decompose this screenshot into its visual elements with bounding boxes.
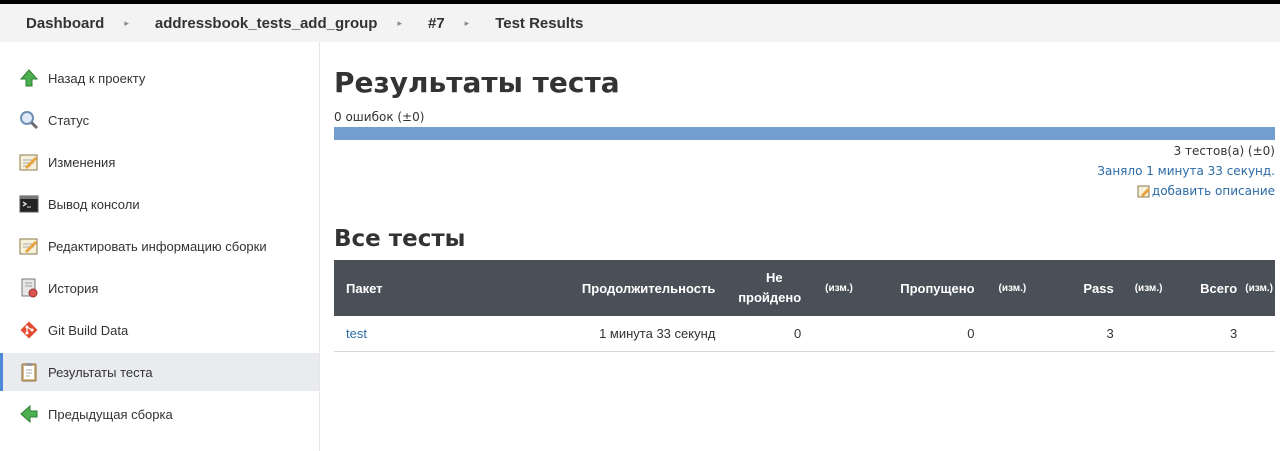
add-description-label: добавить описание (1151, 184, 1275, 198)
header-skipped[interactable]: Пропущено (871, 260, 981, 316)
sidebar-item-edit-build-info[interactable]: Редактировать информацию сборки (0, 227, 319, 265)
breadcrumb-test-results[interactable]: Test Results (495, 15, 583, 32)
header-failed-diff[interactable]: (изм.) (807, 260, 871, 316)
row-pass-diff (1120, 316, 1178, 351)
sidebar-item-label: История (48, 280, 99, 296)
test-results-table: Пакет Продолжительность Не пройдено (изм… (334, 260, 1275, 352)
row-failed-diff (807, 316, 871, 351)
page-title: Результаты теста (334, 66, 620, 99)
breadcrumb-separator-icon: ▸ (124, 17, 129, 28)
header-total[interactable]: Всего (1177, 260, 1243, 316)
package-link[interactable]: test (334, 316, 483, 351)
clipboard-icon (18, 361, 40, 383)
sidebar-item-history[interactable]: История (0, 269, 319, 307)
table-header-row: Пакет Продолжительность Не пройдено (изм… (334, 260, 1275, 316)
sidebar-item-back-to-project[interactable]: Назад к проекту (0, 59, 319, 97)
sidebar-item-console-output[interactable]: Вывод консоли (0, 185, 319, 223)
row-skipped-diff (981, 316, 1045, 351)
breadcrumb-build[interactable]: #7 (428, 15, 445, 32)
header-duration[interactable]: Продолжительность (483, 260, 722, 316)
history-icon (18, 277, 40, 299)
edit-notepad-icon (18, 235, 40, 257)
row-skipped: 0 (967, 325, 975, 341)
breadcrumb-separator-icon: ▸ (464, 17, 470, 28)
sidebar-item-changes[interactable]: Изменения (0, 143, 319, 181)
sidebar-item-label: Git Build Data (48, 322, 129, 338)
header-skipped-diff[interactable]: (изм.) (981, 260, 1045, 316)
left-arrow-icon (18, 403, 40, 425)
sidebar-item-label: Вывод консоли (48, 196, 140, 212)
terminal-icon (18, 193, 40, 215)
sidebar-item-status[interactable]: Статус (0, 101, 319, 139)
edit-note-icon (1137, 184, 1151, 198)
header-total-diff[interactable]: (изм.) (1243, 260, 1275, 316)
section-title: Все тесты (334, 226, 466, 252)
header-failed[interactable]: Не пройдено (721, 260, 807, 316)
header-failed-line2: пройдено (738, 290, 802, 305)
row-duration: 1 минута 33 секунд (599, 325, 716, 341)
row-pass: 3 (1106, 325, 1114, 341)
search-icon (18, 109, 40, 131)
sidebar-item-test-results[interactable]: Результаты теста (0, 353, 319, 391)
up-arrow-icon (18, 67, 40, 89)
sidebar-item-label: Изменения (48, 154, 116, 170)
breadcrumb-separator-icon: ▸ (397, 17, 402, 28)
tests-count: 3 тестов(а) (±0) (1173, 144, 1275, 158)
sidebar-item-label: Назад к проекту (48, 70, 146, 86)
row-total: 3 (1229, 325, 1238, 341)
sidebar-item-git-build-data[interactable]: Git Build Data (0, 311, 319, 349)
sidebar-item-label: Статус (48, 112, 90, 128)
header-pass-diff[interactable]: (изм.) (1120, 260, 1178, 316)
notepad-icon (18, 151, 40, 173)
breadcrumb-job[interactable]: addressbook_tests_add_group (155, 15, 378, 32)
sidebar-item-label: Результаты теста (48, 364, 153, 380)
table-row: test 1 минута 33 секунд 0 0 3 3 (334, 316, 1275, 351)
sidebar-item-label: Предыдущая сборка (48, 406, 173, 422)
duration-link[interactable]: Заняло 1 минута 33 секунд. (1097, 164, 1275, 178)
test-progress-bar (334, 127, 1275, 140)
git-icon (18, 319, 40, 341)
breadcrumb-dashboard[interactable]: Dashboard (26, 15, 104, 32)
breadcrumb: Dashboard ▸ addressbook_tests_add_group … (0, 4, 1280, 42)
add-description-link[interactable]: добавить описание (1137, 184, 1275, 198)
header-pass[interactable]: Pass (1044, 260, 1120, 316)
row-failed: 0 (793, 325, 802, 341)
fail-count: 0 ошибок (±0) (334, 110, 425, 124)
row-total-diff (1243, 316, 1275, 351)
sidebar: Назад к проекту Статус Изменения Вывод к… (0, 42, 320, 451)
sidebar-item-label: Редактировать информацию сборки (48, 238, 267, 254)
sidebar-item-previous-build[interactable]: Предыдущая сборка (0, 395, 319, 433)
header-failed-line1: Не (765, 270, 783, 285)
header-package[interactable]: Пакет (334, 260, 483, 316)
